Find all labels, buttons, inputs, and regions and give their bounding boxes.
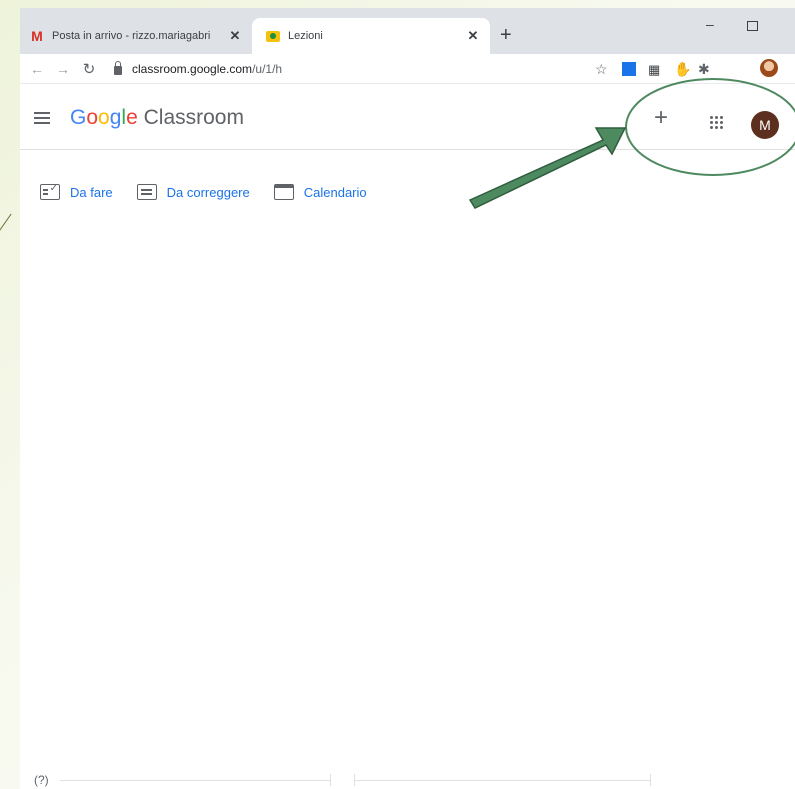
link-calendario[interactable]: Calendario <box>273 184 367 200</box>
gmail-icon: M <box>31 28 43 44</box>
new-tab-button[interactable]: + <box>500 24 512 47</box>
todo-icon <box>40 183 60 200</box>
profile-avatar-icon[interactable] <box>760 59 778 77</box>
link-label: Da correggere <box>166 184 250 200</box>
account-avatar-button[interactable]: M <box>751 111 779 139</box>
back-icon[interactable]: ← <box>28 61 46 77</box>
link-label: Calendario <box>303 184 367 200</box>
divider <box>330 774 331 786</box>
calendar-icon <box>273 184 294 200</box>
divider <box>354 780 650 781</box>
classroom-icon <box>266 30 280 42</box>
tab-title: Lezioni <box>288 30 323 42</box>
link-da-correggere[interactable]: Da correggere <box>136 184 250 200</box>
tab-gmail[interactable]: M Posta in arrivo - rizzo.mariagabri ✕ <box>20 18 252 54</box>
close-tab-icon[interactable]: ✕ <box>464 28 482 44</box>
reload-icon[interactable]: ↻ <box>80 60 98 78</box>
tab-strip: M Posta in arrivo - rizzo.mariagabri ✕ L… <box>20 8 795 54</box>
divider <box>650 774 651 786</box>
create-join-class-button[interactable]: + <box>654 104 668 132</box>
lock-icon <box>114 60 122 75</box>
minimize-icon[interactable]: – <box>706 16 714 32</box>
forward-icon[interactable]: → <box>54 61 72 77</box>
url-text: classroom.google.com/u/1/h <box>132 62 283 76</box>
link-label: Da fare <box>70 184 113 200</box>
google-classroom-logo[interactable]: Google Classroom <box>70 106 244 130</box>
address-bar[interactable]: classroom.google.com/u/1/h <box>114 57 600 81</box>
classroom-app-bar: Google Classroom + M <box>20 84 795 150</box>
link-da-fare[interactable]: Da fare <box>40 183 113 200</box>
extension-blue-icon[interactable] <box>622 62 636 76</box>
maximize-icon[interactable] <box>747 21 758 31</box>
extensions-puzzle-icon[interactable]: ✱ <box>698 61 710 78</box>
review-icon <box>136 184 157 200</box>
help-icon[interactable]: (?) <box>34 773 49 787</box>
browser-window: M Posta in arrivo - rizzo.mariagabri ✕ L… <box>20 8 795 789</box>
quick-links: Da fare Da correggere Calendario <box>40 183 391 200</box>
tab-title: Posta in arrivo - rizzo.mariagabri <box>52 30 211 42</box>
extension-grid-icon[interactable]: ▦ <box>648 62 660 78</box>
extension-hand-icon[interactable]: ✋ <box>674 61 691 78</box>
google-apps-icon[interactable] <box>710 116 723 129</box>
browser-toolbar: ← → ↻ classroom.google.com/u/1/h ☆ ▦ ✋ ✱ <box>20 54 795 84</box>
tab-lezioni[interactable]: Lezioni ✕ <box>252 18 490 54</box>
bookmark-star-icon[interactable]: ☆ <box>595 61 608 78</box>
close-tab-icon[interactable]: ✕ <box>226 28 244 44</box>
hamburger-menu-icon[interactable] <box>34 112 50 124</box>
divider <box>60 780 330 781</box>
